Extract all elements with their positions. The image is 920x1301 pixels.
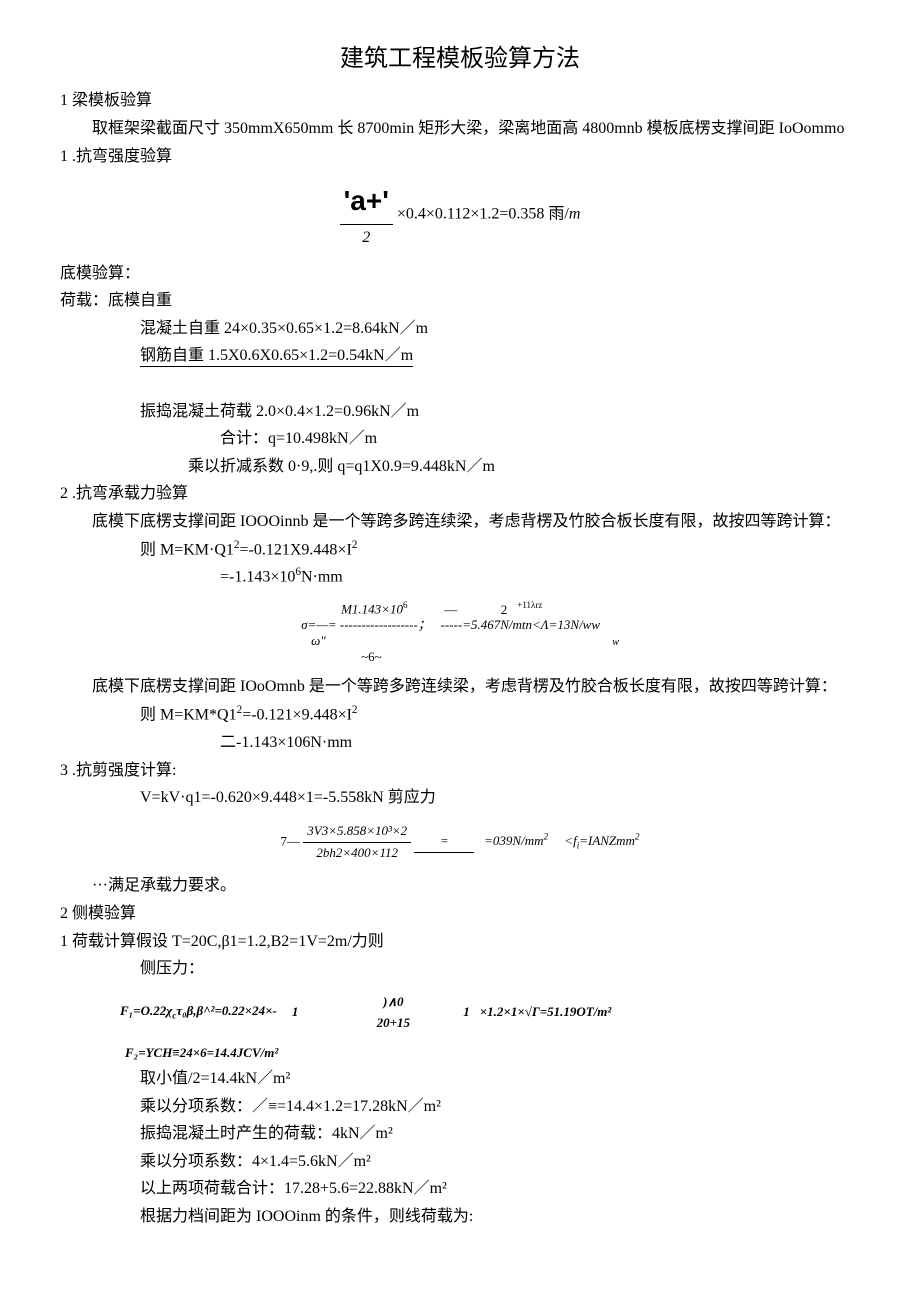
s1-p5-text: 钢筋自重 1.5X0.6X0.65×1.2=0.54kN／m [140,347,413,367]
s1-p14: 二-1.143×106N·mm [60,730,860,756]
s2-p2: 侧压力： [60,956,860,982]
f2-num: 3V3×5.858×10³×2 [303,821,411,842]
s1-p4: 混凝土自重 24×0.35×0.65×1.2=8.64kN／m [60,316,860,342]
s2-p3: 取小值/2=14.4kN／m² [60,1066,860,1092]
s2-heading: 2 侧模验算 [60,901,860,927]
s2-p1: 1 荷载计算假设 T=20C,β1=1.2,B2=1V=2m/力则 [60,929,860,955]
s1-p16: ···满足承载力要求。 [60,873,860,899]
s1-p11: =-1.143×106N·mm [60,564,860,590]
s1-heading: 1 梁模板验算 [60,88,860,114]
s2-p5: 振捣混凝土时产生的荷载：4kN／m² [60,1121,860,1147]
s2-p7: 以上两项荷载合计：17.28+5.6=22.88kN／m² [60,1176,860,1202]
s1-p13: 则 M=KM*Q12=-0.121×9.448×I2 [60,702,860,728]
s1-h1-3: 3 .抗剪强度计算: [60,758,860,784]
formula-a: 'a+' 2 ×0.4×0.112×1.2=0.358 雨/m [60,179,860,250]
f2-pre: 7— [281,833,301,848]
f2-lt: <fi=IANZmm2 [564,833,639,848]
s1-h1-1: 1 .抗弯强度验算 [60,144,860,170]
s1-p7: 合计：q=10.498kN／m [60,426,860,452]
s2-p4: 乘以分项系数：／≡=14.4×1.2=17.28kN／m² [60,1094,860,1120]
doc-title: 建筑工程模板验算方法 [60,40,860,78]
s1-p15: V=kV·q1=-0.620×9.448×1=-5.558kN 剪应力 [60,785,860,811]
formula-shear: 7— 3V3×5.858×10³×2 2bh2×400×112 = =039N/… [60,821,860,864]
formula-f1: F₁=O.22χcτ₀β,β^²=0.22×24×- 1 )∧0 20+15 1… [60,992,860,1034]
s1-p12: 底模下底楞支撑间距 IOoOmnb 是一个等跨多跨连续梁，考虑背楞及竹胶合板长度… [60,674,860,700]
f2-den: 2bh2×400×112 [303,842,411,864]
s1-p10: 则 M=KM·Q12=-0.121X9.448×I2 [60,537,860,563]
formula-a-num: 'a+' [340,179,393,225]
s1-p6: 振捣混凝土荷载 2.0×0.4×1.2=0.96kN／m [60,399,860,425]
s1-h1-2: 2 .抗弯承载力验算 [60,481,860,507]
s2-p6: 乘以分项系数：4×1.4=5.6kN／m² [60,1149,860,1175]
formula-f2: F₂=YCH≡24×6=14.4JCV/m² [60,1043,860,1064]
s1-p3: 荷载：底模自重 [60,288,860,314]
s1-p8: 乘以折减系数 0·9,.则 q=q1X0.9=9.448kN／m [60,454,860,480]
s2-p8: 根据力档间距为 IOOOinm 的条件，则线荷载为: [60,1204,860,1230]
f2-eq: =039N/mm2 [484,833,548,848]
s1-p5: 钢筋自重 1.5X0.6X0.65×1.2=0.54kN／m [60,343,860,369]
s1-p9: 底模下底楞支撑间距 IOOOinnb 是一个等跨多跨连续梁，考虑背楞及竹胶合板长… [60,509,860,535]
formula-sigma: M1.143×106 — 2 +11λrz σ=—= -------------… [60,600,860,664]
formula-a-den: 2 [340,225,393,251]
s1-p1: 取框架梁截面尺寸 350mmX650mm 长 8700min 矩形大梁，梁离地面… [60,116,860,142]
formula-a-tail: ×0.4×0.112×1.2=0.358 雨/ [397,206,569,223]
s1-p2: 底模验算： [60,261,860,287]
formula-a-unit: m [569,206,581,223]
